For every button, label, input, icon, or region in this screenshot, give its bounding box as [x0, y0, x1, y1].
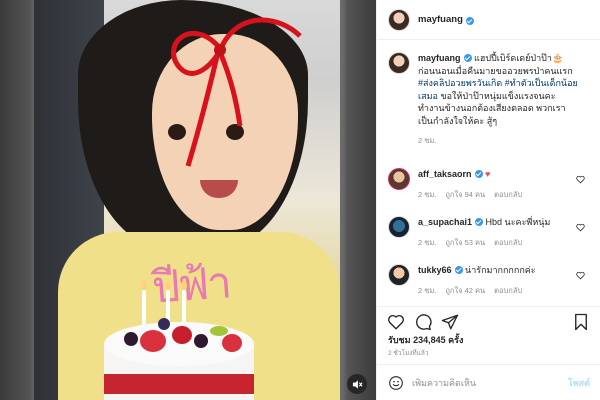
blackberry: [124, 332, 138, 346]
comment-text: Hbd นะคะพี่หนุ่ม: [485, 217, 551, 227]
instagram-post-view: ปีฟ้า mayfuang mayfuang แฮปปี้เบิร์ดเดย์…: [0, 0, 600, 400]
emoji-icon[interactable]: [388, 375, 404, 391]
blackberry: [194, 334, 208, 348]
heart-icon[interactable]: [576, 175, 585, 184]
commenter-avatar[interactable]: [388, 216, 410, 238]
commenter-username[interactable]: a_supachai1: [418, 217, 472, 227]
comment-body: aff_taksaorn ♥ 2 ชม. ถูกใจ 94 คน ตอบกลับ: [418, 168, 578, 201]
commenter-avatar[interactable]: [388, 168, 410, 190]
post-media[interactable]: ปีฟ้า: [0, 0, 376, 400]
comment-text: น่ารักมากกกกกค่ะ: [465, 265, 536, 275]
caption-username[interactable]: mayfuang: [418, 53, 461, 63]
post-time-ago[interactable]: 2 ชั่วโมงที่แล้ว: [388, 348, 429, 358]
bookmark-icon[interactable]: [573, 313, 589, 331]
heart-icon[interactable]: [576, 271, 585, 280]
caption-text: mayfuang แฮปปี้เบิร์ดเดย์ป่าป๊า🎂 ก่อนนอน…: [418, 52, 588, 148]
mute-button[interactable]: [347, 374, 367, 394]
comment-input[interactable]: [412, 377, 562, 388]
verified-badge-icon: [474, 170, 483, 178]
commenter-avatar[interactable]: [388, 264, 410, 286]
post-sidebar: mayfuang mayfuang แฮปปี้เบิร์ดเดย์ป่าป๊า…: [376, 0, 600, 400]
reply-button[interactable]: ตอบกลับ: [494, 189, 522, 201]
comment-meta: 2 ชม. ถูกใจ 53 คน ตอบกลับ: [418, 237, 578, 249]
verified-badge-icon: [463, 54, 472, 62]
video-frame[interactable]: ปีฟ้า: [34, 0, 340, 400]
speaker-icon: [352, 379, 363, 389]
author-avatar[interactable]: [388, 8, 410, 31]
post-caption: mayfuang แฮปปี้เบิร์ดเดย์ป่าป๊า🎂 ก่อนนอน…: [377, 40, 600, 148]
comment-item: tukky66 น่ารักมากกกกกค่ะ 2 ชม. ถูกใจ 42 …: [388, 264, 593, 297]
comment-emoji: ♥: [485, 169, 491, 179]
post-header: mayfuang: [377, 0, 600, 40]
caption-line: แฮปปี้เบิร์ดเดย์ป่าป๊า🎂: [474, 53, 564, 63]
candle-flame: [141, 280, 147, 290]
caption-avatar[interactable]: [388, 52, 410, 74]
post-comment-button[interactable]: โพสต์: [568, 376, 590, 390]
comment-icon[interactable]: [414, 313, 432, 331]
caption-line: ก่อนนอนเมื่อคืนมายขออวยพรป่าคนแรก: [418, 65, 573, 76]
hashtag-link[interactable]: #ส่งคลิปอวยพรวันเกิด: [418, 78, 502, 88]
cake-ribbon: [104, 374, 254, 394]
commenter-username[interactable]: tukky66: [418, 265, 452, 275]
blueberry: [158, 318, 170, 330]
shirt-graphic: ปีฟ้า: [150, 257, 232, 314]
caption-line: เป็นกำลังใจให้คะ สู้ๆ: [418, 115, 498, 126]
comment-likes[interactable]: ถูกใจ 53 คน: [445, 237, 485, 249]
kiwi-slice: [210, 326, 228, 336]
reply-button[interactable]: ตอบกลับ: [494, 285, 522, 297]
author-username[interactable]: mayfuang: [418, 14, 463, 25]
share-icon[interactable]: [441, 313, 459, 331]
views-label: รับชม: [388, 335, 411, 345]
caption-timestamp[interactable]: 2 ชม.: [418, 135, 588, 148]
candle-flame: [165, 280, 171, 290]
comment-time[interactable]: 2 ชม.: [418, 189, 436, 201]
reply-button[interactable]: ตอบกลับ: [494, 237, 522, 249]
comment-time[interactable]: 2 ชม.: [418, 285, 436, 297]
verified-badge-icon: [454, 266, 463, 274]
action-bar: [377, 306, 600, 336]
add-comment-bar: โพสต์: [377, 364, 600, 400]
comment-item: aff_taksaorn ♥ 2 ชม. ถูกใจ 94 คน ตอบกลับ: [388, 168, 593, 201]
strawberry: [222, 334, 242, 352]
strawberry: [172, 326, 192, 344]
comment-meta: 2 ชม. ถูกใจ 94 คน ตอบกลับ: [418, 189, 578, 201]
heart-icon[interactable]: [576, 223, 585, 232]
comment-body: a_supachai1 Hbd นะคะพี่หนุ่ม 2 ชม. ถูกใจ…: [418, 216, 578, 249]
view-count[interactable]: รับชม 234,845 ครั้ง: [388, 333, 463, 347]
verified-badge-icon: [475, 218, 484, 226]
comment-likes[interactable]: ถูกใจ 42 คน: [445, 285, 485, 297]
comment-meta: 2 ชม. ถูกใจ 42 คน ตอบกลับ: [418, 285, 578, 297]
strawberry: [140, 330, 166, 352]
comment-item: a_supachai1 Hbd นะคะพี่หนุ่ม 2 ชม. ถูกใจ…: [388, 216, 593, 249]
comment-body: tukky66 น่ารักมากกกกกค่ะ 2 ชม. ถูกใจ 42 …: [418, 264, 578, 297]
verified-badge-icon: [465, 16, 474, 25]
comment-time[interactable]: 2 ชม.: [418, 237, 436, 249]
caption-line: ขอให้ป่าป๊าหนุ่มแข็งแรงจนคะ: [440, 90, 556, 101]
red-ribbon-bow: [171, 17, 302, 167]
comment-likes[interactable]: ถูกใจ 94 คน: [445, 189, 485, 201]
views-number: 234,845 ครั้ง: [413, 335, 464, 345]
candle-flame: [181, 280, 187, 290]
heart-icon[interactable]: [387, 313, 405, 331]
caption-line: ทำงานข้างนอกต้องเสียงตลอด พวกเรา: [418, 103, 566, 113]
commenter-username[interactable]: aff_taksaorn: [418, 169, 472, 179]
